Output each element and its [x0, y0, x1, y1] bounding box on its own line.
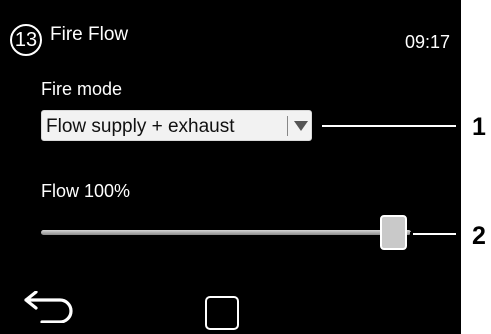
fire-mode-dropdown[interactable]: Flow supply + exhaust	[41, 110, 312, 141]
back-arrow-icon[interactable]	[24, 291, 74, 323]
device-screen: 13 Fire Flow 09:17 Fire mode Flow supply…	[0, 0, 461, 334]
callout-line-1	[319, 124, 459, 128]
page-title: Fire Flow	[50, 24, 129, 45]
page-number-badge: 13	[10, 24, 42, 56]
fire-mode-label: Fire mode	[41, 79, 123, 99]
dropdown-divider	[287, 116, 288, 136]
flow-label: Flow 100%	[41, 181, 131, 201]
flow-slider-thumb[interactable]	[380, 215, 407, 250]
clock: 09:17	[404, 32, 450, 52]
home-square-icon[interactable]	[205, 296, 239, 330]
fire-mode-value: Flow supply + exhaust	[46, 116, 235, 137]
callout-number-2: 2	[472, 222, 486, 250]
callout-number-1: 1	[472, 113, 486, 141]
flow-slider-track[interactable]	[41, 230, 411, 235]
chevron-down-icon[interactable]	[294, 121, 308, 131]
callout-line-2	[410, 232, 459, 236]
